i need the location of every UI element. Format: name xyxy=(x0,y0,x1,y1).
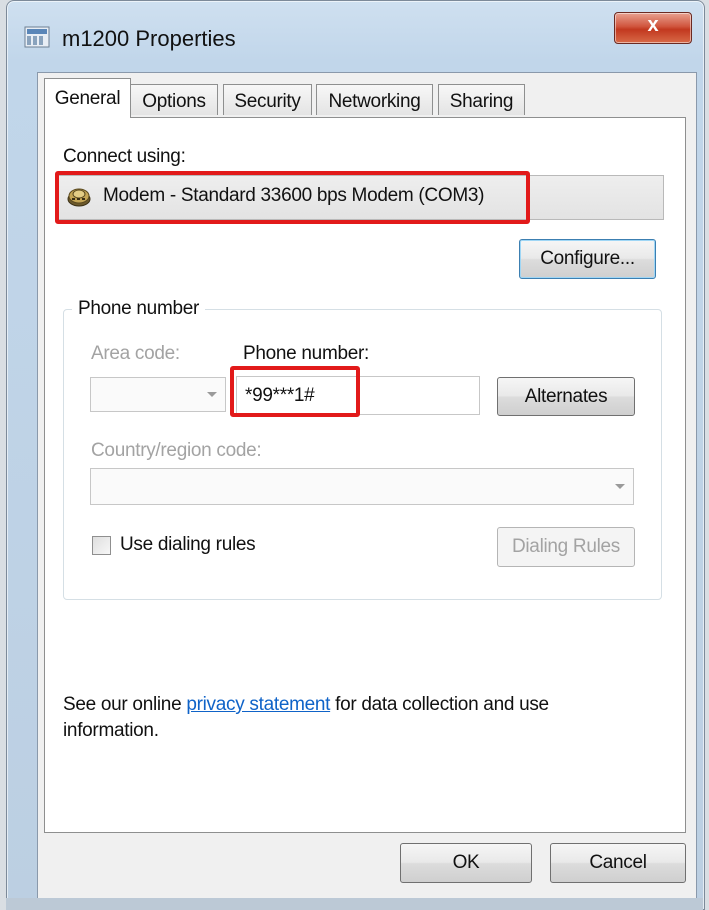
area-code-label: Area code: xyxy=(91,343,180,364)
highlight-phone-number xyxy=(230,366,360,417)
close-icon: x xyxy=(647,14,659,36)
use-dialing-rules-label: Use dialing rules xyxy=(120,534,256,555)
privacy-statement-link[interactable]: privacy statement xyxy=(186,694,330,715)
highlight-device xyxy=(55,171,530,224)
close-button[interactable]: x xyxy=(614,12,692,44)
area-code-combo[interactable] xyxy=(90,377,226,412)
country-region-label: Country/region code: xyxy=(91,440,262,461)
privacy-notice: See our online privacy statement for dat… xyxy=(63,692,623,744)
tab-security[interactable]: Security xyxy=(223,84,312,115)
phone-number-group-title: Phone number xyxy=(72,298,206,320)
cancel-button[interactable]: Cancel xyxy=(550,843,686,883)
tab-sharing[interactable]: Sharing xyxy=(438,84,525,115)
connect-using-label: Connect using: xyxy=(63,146,186,167)
configure-button[interactable]: Configure... xyxy=(519,239,656,279)
network-connection-icon xyxy=(24,26,50,48)
dialing-rules-button[interactable]: Dialing Rules xyxy=(497,527,635,567)
use-dialing-rules-checkbox[interactable] xyxy=(92,536,111,555)
tab-general[interactable]: General xyxy=(44,78,131,118)
window-bottom-edge xyxy=(6,898,703,910)
tab-networking[interactable]: Networking xyxy=(316,84,433,115)
ok-button[interactable]: OK xyxy=(400,843,532,883)
country-region-combo[interactable] xyxy=(90,468,634,505)
tab-options[interactable]: Options xyxy=(130,84,218,115)
phone-number-label: Phone number: xyxy=(243,343,370,364)
chevron-down-icon xyxy=(207,391,217,397)
alternates-button[interactable]: Alternates xyxy=(497,377,635,416)
privacy-prefix: See our online xyxy=(63,694,182,715)
window-title: m1200 Properties xyxy=(62,26,236,51)
chevron-down-icon xyxy=(615,483,625,489)
